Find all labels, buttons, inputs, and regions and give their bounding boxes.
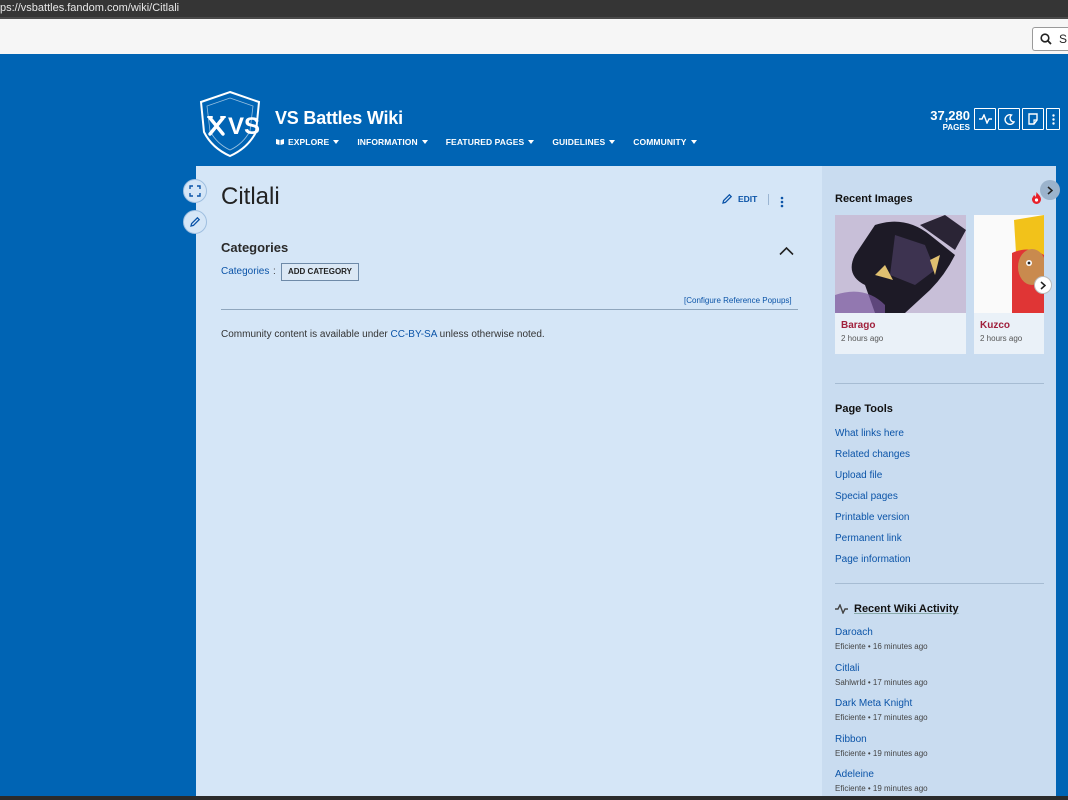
edit-label: EDIT (738, 194, 758, 204)
activity-item-title[interactable]: Adeleine (835, 769, 874, 780)
chevron-down-icon (421, 140, 428, 144)
tool-link-what-links-here[interactable]: What links here (835, 428, 904, 439)
nav-featured-pages[interactable]: FEATURED PAGES (446, 137, 535, 147)
nav-explore-label: EXPLORE (288, 137, 330, 147)
moon-icon (1003, 113, 1015, 125)
categories-link[interactable]: Categories (221, 266, 269, 277)
divider (835, 583, 1044, 584)
divider (835, 383, 1044, 384)
tool-link-upload-file[interactable]: Upload file (835, 470, 882, 481)
tool-link-printable-version[interactable]: Printable version (835, 512, 909, 523)
image-thumbnail (974, 215, 1044, 313)
article-panel (196, 166, 822, 800)
license-suffix: unless otherwise noted. (436, 329, 545, 340)
license-notice: Community content is available under CC-… (221, 329, 545, 340)
activity-icon (978, 114, 992, 124)
more-options-button[interactable] (1046, 108, 1060, 130)
taskbar-edge (0, 796, 1068, 800)
page-actions-button[interactable] (780, 195, 784, 213)
add-category-button[interactable]: ADD CATEGORY (281, 263, 359, 281)
divider (221, 309, 798, 310)
browser-search-box[interactable]: S (1032, 27, 1068, 51)
search-icon (1040, 33, 1052, 45)
search-box-text: S (1059, 32, 1068, 46)
url-text: ps://vsbattles.fandom.com/wiki/Citlali (0, 2, 180, 14)
page-count-number: 37,280 (930, 108, 970, 123)
header-actions (974, 108, 1062, 130)
configure-reference-popups-link[interactable]: [Configure Reference Popups] (684, 296, 792, 305)
carousel-next-button[interactable] (1034, 276, 1052, 294)
tool-link-special-pages[interactable]: Special pages (835, 491, 898, 502)
chevron-down-icon (609, 140, 616, 144)
activity-item-title[interactable]: Ribbon (835, 734, 867, 745)
image-time: 2 hours ago (841, 334, 884, 343)
activity-item-meta: Sahlwrld • 17 minutes ago (835, 678, 928, 687)
nav-information-label: INFORMATION (357, 137, 418, 147)
nav-explore[interactable]: EXPLORE (275, 137, 340, 147)
browser-toolbar: S (0, 17, 1068, 54)
categories-heading: Categories (221, 240, 289, 255)
pencil-icon (190, 216, 201, 227)
nav-featured-pages-label: FEATURED PAGES (445, 137, 525, 147)
wiki-logo[interactable]: VS (198, 90, 262, 158)
license-prefix: Community content is available under (221, 329, 391, 340)
wiki-name[interactable]: VS Battles Wiki (275, 108, 403, 129)
recent-activity-heading[interactable]: Recent Wiki Activity (854, 603, 959, 615)
divider (768, 194, 769, 205)
logo-text: VS (228, 113, 260, 140)
fire-icon (1031, 191, 1042, 209)
nav-information[interactable]: INFORMATION (357, 137, 428, 147)
image-title: Barago (841, 320, 876, 331)
license-link[interactable]: CC-BY-SA (391, 329, 437, 340)
edit-button[interactable]: EDIT (721, 193, 757, 205)
nav-community[interactable]: COMMUNITY (633, 137, 697, 147)
chevron-right-icon (1047, 185, 1053, 195)
new-page-button[interactable] (1022, 108, 1044, 130)
activity-item-title[interactable]: Daroach (835, 627, 873, 638)
activity-item-title[interactable]: Citlali (835, 663, 859, 674)
expand-icon (189, 185, 201, 197)
activity-item-meta: Eficiente • 19 minutes ago (835, 784, 928, 793)
image-title: Kuzco (980, 320, 1010, 331)
activity-item-meta: Eficiente • 17 minutes ago (835, 713, 928, 722)
activity-item-title[interactable]: Dark Meta Knight (835, 698, 912, 709)
nav-community-label: COMMUNITY (633, 137, 687, 147)
floating-edit-button[interactable] (183, 210, 207, 234)
book-icon (276, 139, 284, 145)
page-add-icon (1028, 113, 1038, 125)
page-tools-heading: Page Tools (835, 403, 893, 415)
page-count: 37,280 PAGES (922, 108, 970, 132)
kebab-icon (780, 196, 784, 208)
activity-button[interactable] (974, 108, 996, 130)
chevron-right-icon (1040, 280, 1046, 290)
categories-separator: : (273, 266, 276, 277)
kebab-icon (1051, 113, 1055, 125)
chevron-down-icon (690, 140, 697, 144)
rail-collapse-button[interactable] (1040, 180, 1060, 200)
image-thumbnail (835, 215, 966, 313)
fullscreen-button[interactable] (183, 179, 207, 203)
chevron-down-icon (528, 140, 535, 144)
image-time: 2 hours ago (980, 334, 1023, 343)
categories-collapse-button[interactable] (779, 243, 794, 261)
recent-images-heading: Recent Images (835, 193, 913, 205)
theme-toggle-button[interactable] (998, 108, 1020, 130)
tool-link-related-changes[interactable]: Related changes (835, 449, 910, 460)
nav-guidelines[interactable]: GUIDELINES (552, 137, 616, 147)
page-count-label: PAGES (942, 123, 970, 132)
activity-item-meta: Eficiente • 16 minutes ago (835, 642, 928, 651)
tool-link-permanent-link[interactable]: Permanent link (835, 533, 902, 544)
pencil-icon (722, 193, 733, 204)
nav-guidelines-label: GUIDELINES (552, 137, 606, 147)
chevron-up-icon (779, 246, 794, 256)
activity-icon (835, 604, 848, 614)
activity-item-meta: Eficiente • 19 minutes ago (835, 749, 928, 758)
tool-link-page-information[interactable]: Page information (835, 554, 911, 565)
page-title: Citlali (221, 183, 280, 210)
chevron-down-icon (333, 140, 340, 144)
recent-image-card[interactable]: Barago 2 hours ago (835, 215, 966, 354)
wiki-nav: EXPLORE INFORMATION FEATURED PAGES GUIDE… (275, 137, 715, 147)
address-bar[interactable]: ps://vsbattles.fandom.com/wiki/Citlali (0, 0, 1068, 17)
